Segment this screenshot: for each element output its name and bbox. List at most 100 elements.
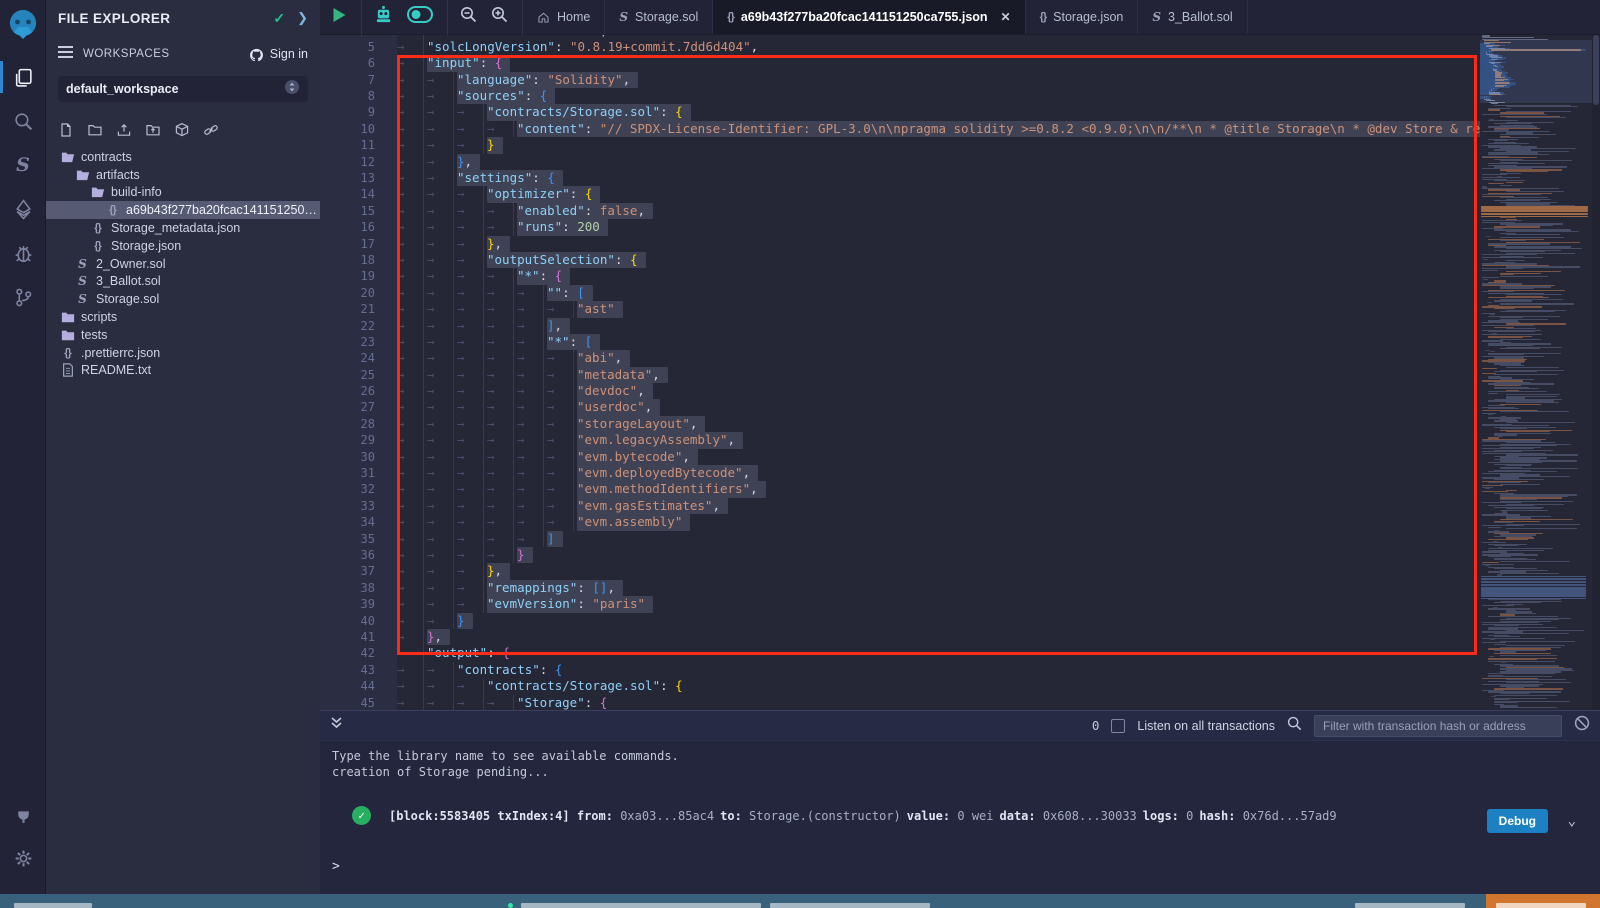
code-line[interactable]: 25 →→→→→→"metadata", bbox=[320, 367, 1480, 383]
activity-solidity-compiler-icon[interactable]: S bbox=[0, 143, 46, 187]
code-line[interactable]: 17 →→→}, bbox=[320, 236, 1480, 252]
tree-item[interactable]: {} Storage_metadata.json bbox=[46, 219, 320, 237]
listen-checkbox[interactable] bbox=[1111, 719, 1125, 733]
tree-item[interactable]: S Storage.sol bbox=[46, 290, 320, 308]
tab[interactable]: S3_Ballot.sol bbox=[1138, 0, 1247, 34]
code-line[interactable]: 14 →→→"optimizer": { bbox=[320, 186, 1480, 202]
code-line[interactable]: 20 →→→→→"": [ bbox=[320, 285, 1480, 301]
code-line[interactable]: 35 →→→→→] bbox=[320, 531, 1480, 547]
transaction-filter-input[interactable] bbox=[1314, 715, 1562, 737]
code-line[interactable]: 11 →→→} bbox=[320, 137, 1480, 153]
transaction-count: 0 bbox=[1092, 718, 1100, 733]
code-line[interactable]: 42 →"output": { bbox=[320, 645, 1480, 661]
code-line[interactable]: 29 →→→→→→"evm.legacyAssembly", bbox=[320, 432, 1480, 448]
tree-item[interactable]: scripts bbox=[46, 308, 320, 326]
new-file-icon[interactable] bbox=[58, 122, 74, 138]
code-line[interactable]: 39 →→→"evmVersion": "paris" bbox=[320, 596, 1480, 612]
tree-item[interactable]: S 3_Ballot.sol bbox=[46, 273, 320, 291]
code-line[interactable]: 37 →→→}, bbox=[320, 563, 1480, 579]
tx-field: value: 0 wei bbox=[907, 809, 994, 823]
code-line[interactable]: 12 →→}, bbox=[320, 154, 1480, 170]
tab[interactable]: Home bbox=[523, 0, 605, 34]
activity-plugin-icon[interactable] bbox=[0, 792, 46, 836]
code-line[interactable]: 40 →→} bbox=[320, 613, 1480, 629]
code-line[interactable]: 15 →→→→"enabled": false, bbox=[320, 203, 1480, 219]
tree-item[interactable]: tests bbox=[46, 326, 320, 344]
code-line[interactable]: 31 →→→→→→"evm.deployedBytecode", bbox=[320, 465, 1480, 481]
play-icon[interactable] bbox=[332, 7, 347, 28]
code-line[interactable]: 43 →→"contracts": { bbox=[320, 662, 1480, 678]
status-alert-badge[interactable] bbox=[1486, 894, 1600, 908]
terminal-prompt[interactable]: > bbox=[332, 859, 1600, 874]
zoom-out-icon[interactable] bbox=[460, 6, 477, 28]
upload-folder-icon[interactable] bbox=[145, 122, 161, 138]
scrollbar-thumb[interactable] bbox=[1593, 35, 1599, 105]
activity-git-icon[interactable] bbox=[0, 275, 46, 319]
transaction-row[interactable]: ✓ [block:5583405 txIndex:4] from: 0xa03.… bbox=[352, 806, 1600, 825]
remix-logo-icon[interactable] bbox=[6, 7, 40, 41]
debug-button[interactable]: Debug bbox=[1487, 809, 1548, 833]
chevron-down-icon[interactable]: ⌄ bbox=[1568, 813, 1576, 829]
code-editor[interactable]: 4 →"solcVersion": "0.8.19", 5 →"solcLong… bbox=[320, 35, 1600, 710]
close-icon[interactable]: ✕ bbox=[1001, 10, 1011, 24]
code-line[interactable]: 19 →→→→"*": { bbox=[320, 268, 1480, 284]
link-icon[interactable] bbox=[203, 122, 219, 138]
minimap[interactable] bbox=[1480, 35, 1592, 710]
tree-item[interactable]: build-info bbox=[46, 184, 320, 202]
tab[interactable]: {}a69b43f277ba20fcac141151250ca755.json … bbox=[713, 0, 1025, 34]
code-line[interactable]: 21 →→→→→→"ast" bbox=[320, 301, 1480, 317]
chevron-right-icon[interactable]: ❯ bbox=[297, 10, 308, 26]
code-line[interactable]: 32 →→→→→→"evm.methodIdentifiers", bbox=[320, 481, 1480, 497]
code-line[interactable]: 18 →→→"outputSelection": { bbox=[320, 252, 1480, 268]
code-line[interactable]: 7 →→"language": "Solidity", bbox=[320, 72, 1480, 88]
workspace-selector[interactable]: default_workspace bbox=[58, 76, 308, 102]
tree-item[interactable]: README.txt bbox=[46, 362, 320, 380]
tree-item[interactable]: {} Storage.json bbox=[46, 237, 320, 255]
new-folder-icon[interactable] bbox=[87, 122, 103, 138]
code-line[interactable]: 26 →→→→→→"devdoc", bbox=[320, 383, 1480, 399]
code-line[interactable]: 38 →→→"remappings": [], bbox=[320, 580, 1480, 596]
ban-icon[interactable] bbox=[1574, 715, 1590, 736]
tab[interactable]: SStorage.sol bbox=[605, 0, 713, 34]
hamburger-icon[interactable] bbox=[58, 45, 73, 63]
minimap-viewport[interactable] bbox=[1480, 40, 1592, 103]
tree-item[interactable]: S 2_Owner.sol bbox=[46, 255, 320, 273]
code-line[interactable]: 6 →"input": { bbox=[320, 55, 1480, 71]
tree-item[interactable]: {} .prettierrc.json bbox=[46, 344, 320, 362]
tab[interactable]: {}Storage.json bbox=[1026, 0, 1139, 34]
code-line[interactable]: 10 →→→→"content": "// SPDX-License-Ident… bbox=[320, 121, 1480, 137]
code-line[interactable]: 36 →→→→} bbox=[320, 547, 1480, 563]
code-line[interactable]: 34 →→→→→→"evm.assembly" bbox=[320, 514, 1480, 530]
upload-file-icon[interactable] bbox=[116, 122, 132, 138]
code-line[interactable]: 13 →→"settings": { bbox=[320, 170, 1480, 186]
tree-item[interactable]: {} a69b43f277ba20fcac141151250ca7... bbox=[46, 201, 320, 219]
activity-debugger-icon[interactable] bbox=[0, 231, 46, 275]
code-line[interactable]: 23 →→→→→"*": [ bbox=[320, 334, 1480, 350]
activity-search-icon[interactable] bbox=[0, 99, 46, 143]
code-line[interactable]: 44 →→→"contracts/Storage.sol": { bbox=[320, 678, 1480, 694]
code-line[interactable]: 33 →→→→→→"evm.gasEstimates", bbox=[320, 498, 1480, 514]
activity-settings-icon[interactable] bbox=[0, 836, 46, 880]
code-line[interactable]: 9 →→→"contracts/Storage.sol": { bbox=[320, 104, 1480, 120]
zoom-in-icon[interactable] bbox=[491, 6, 508, 28]
toggle-on-icon[interactable] bbox=[407, 6, 433, 28]
code-line[interactable]: 16 →→→→"runs": 200 bbox=[320, 219, 1480, 235]
code-line[interactable]: 41 →}, bbox=[320, 629, 1480, 645]
tree-item[interactable]: artifacts bbox=[46, 166, 320, 184]
cube-icon[interactable] bbox=[174, 122, 190, 138]
code-line[interactable]: 30 →→→→→→"evm.bytecode", bbox=[320, 449, 1480, 465]
code-line[interactable]: 22 →→→→→], bbox=[320, 318, 1480, 334]
code-line[interactable]: 27 →→→→→→"userdoc", bbox=[320, 399, 1480, 415]
sign-in-button[interactable]: Sign in bbox=[249, 47, 308, 61]
code-line[interactable]: 24 →→→→→→"abi", bbox=[320, 350, 1480, 366]
code-line[interactable]: 45 →→→→"Storage": { bbox=[320, 695, 1480, 710]
scrollbar[interactable] bbox=[1592, 35, 1600, 710]
robot-icon[interactable] bbox=[374, 6, 393, 29]
code-line[interactable]: 8 →→"sources": { bbox=[320, 88, 1480, 104]
code-line[interactable]: 5 →"solcLongVersion": "0.8.19+commit.7dd… bbox=[320, 39, 1480, 55]
code-line[interactable]: 28 →→→→→→"storageLayout", bbox=[320, 416, 1480, 432]
tree-item[interactable]: contracts bbox=[46, 148, 320, 166]
terminal-collapse-icon[interactable] bbox=[330, 716, 343, 735]
activity-deploy-run-icon[interactable] bbox=[0, 187, 46, 231]
activity-file-explorer-icon[interactable] bbox=[0, 55, 46, 99]
